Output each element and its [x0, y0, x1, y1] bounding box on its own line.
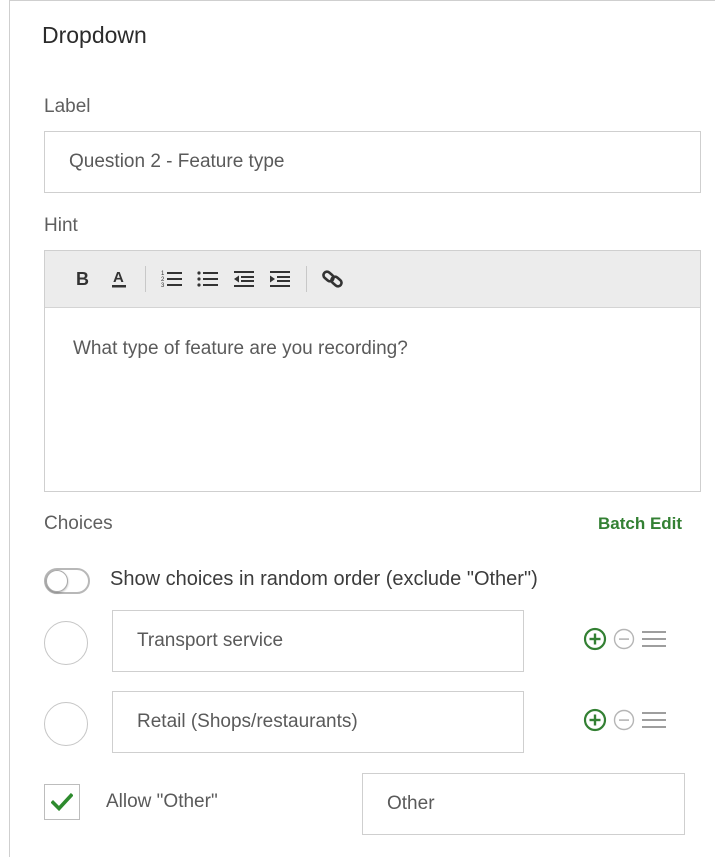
numbered-list-icon[interactable]: 123 [154, 261, 190, 297]
svg-text:3: 3 [161, 283, 165, 289]
choice-input[interactable]: Retail (Shops/restaurants) [112, 691, 524, 753]
choice-default-radio[interactable] [44, 702, 88, 746]
hint-field-label: Hint [44, 215, 78, 236]
choice-controls [583, 708, 667, 737]
hint-text: What type of feature are you recording? [73, 338, 408, 359]
choice-input[interactable]: Transport service [112, 610, 524, 672]
other-input-value: Other [387, 793, 435, 814]
other-input[interactable]: Other [362, 773, 685, 835]
drag-handle-icon[interactable] [641, 629, 667, 654]
indent-icon[interactable] [262, 261, 298, 297]
label-field-label: Label [44, 96, 91, 117]
checkmark-icon [51, 793, 73, 811]
allow-other-checkbox[interactable] [44, 784, 80, 820]
choice-value: Transport service [137, 630, 284, 651]
svg-text:B: B [76, 269, 89, 289]
remove-choice-icon[interactable] [613, 628, 635, 655]
random-order-toggle[interactable] [44, 568, 90, 594]
drag-handle-icon[interactable] [641, 710, 667, 735]
choice-default-radio[interactable] [44, 621, 88, 665]
toolbar-separator [306, 266, 307, 292]
toggle-knob [46, 570, 68, 592]
choices-label: Choices [44, 513, 113, 534]
choice-value: Retail (Shops/restaurants) [137, 711, 358, 732]
label-input-value: Question 2 - Feature type [69, 151, 285, 172]
toolbar-separator [145, 266, 146, 292]
bold-icon[interactable]: B [65, 261, 101, 297]
add-choice-icon[interactable] [583, 708, 607, 737]
allow-other-label: Allow "Other" [106, 791, 218, 812]
remove-choice-icon[interactable] [613, 709, 635, 736]
hint-editor-toolbar: B A 123 [45, 251, 700, 308]
random-order-label: Show choices in random order (exclude "O… [110, 568, 538, 590]
svg-text:A: A [113, 269, 124, 286]
choice-controls [583, 627, 667, 656]
panel-title: Dropdown [42, 22, 147, 48]
hint-editor[interactable]: B A 123 What type of feature are you rec… [44, 250, 701, 492]
label-input[interactable]: Question 2 - Feature type [44, 131, 701, 193]
outdent-icon[interactable] [226, 261, 262, 297]
batch-edit-link[interactable]: Batch Edit [598, 514, 682, 534]
bulleted-list-icon[interactable] [190, 261, 226, 297]
link-icon[interactable] [315, 261, 351, 297]
add-choice-icon[interactable] [583, 627, 607, 656]
font-color-icon[interactable]: A [101, 261, 137, 297]
